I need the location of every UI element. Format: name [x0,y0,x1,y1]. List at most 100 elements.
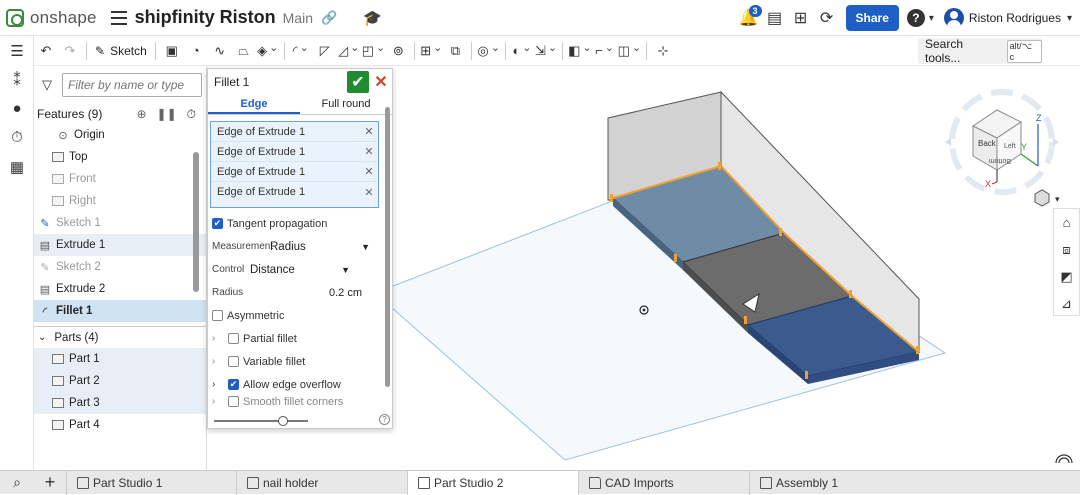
allow-edge-overflow-row[interactable]: › ✔ Allow edge overflow [208,373,392,396]
variables-icon[interactable]: ⁑ [0,65,34,94]
asymmetric-row[interactable]: Asymmetric [208,304,392,327]
hole-icon[interactable]: ⊚ [387,38,409,64]
filter-input[interactable] [62,73,202,97]
pattern-icon[interactable]: ⊞ [420,38,442,64]
shell-icon[interactable]: ◰ [362,38,386,64]
chevron-right-icon[interactable]: › [212,356,224,367]
filter-icon[interactable]: ▽ [42,77,52,93]
tree-item-front[interactable]: Front [34,168,206,190]
part-item[interactable]: Part 1 [34,348,206,370]
document-title[interactable]: shipfinity Riston [135,7,276,28]
history-icon[interactable]: ⏱ [0,123,34,152]
cancel-close-icon[interactable]: ✕ [373,71,389,93]
user-name[interactable]: Riston Rodrigues [969,11,1061,25]
boolean-icon[interactable]: ◎ [477,38,500,64]
tree-item-extrude-2[interactable]: ▤ Extrude 2 [34,278,206,300]
document-list-icon[interactable]: ▤ [762,5,788,31]
tree-item-right[interactable]: Right [34,190,206,212]
asymmetric-checkbox[interactable] [212,310,223,321]
feature-list-icon[interactable]: ☰ [0,36,34,65]
sheet-metal-icon[interactable]: ⌐ [594,38,616,64]
partial-fillet-row[interactable]: › Partial fillet [208,327,392,350]
edge-selection-item[interactable]: Edge of Extrude 1 ✕ [211,162,378,182]
tab-nail-holder[interactable]: nail holder [236,470,407,495]
add-tab-button[interactable]: + [34,471,66,495]
onshape-logo[interactable]: onshape [6,8,97,28]
plane-icon[interactable]: ◧ [568,38,592,64]
avatar[interactable] [943,8,964,28]
tab-cad-imports[interactable]: CAD Imports [578,470,749,495]
remove-edge-icon[interactable]: ✕ [360,125,378,138]
tree-item-origin[interactable]: ⊙ Origin [34,124,206,146]
dialog-help-icon[interactable]: ? [379,414,390,425]
versions-icon[interactable]: ⟳ [814,5,840,31]
remove-edge-icon[interactable]: ✕ [360,145,378,158]
tree-item-top[interactable]: Top [34,146,206,168]
dialog-opacity-slider[interactable] [214,415,314,427]
tangent-propagation-row[interactable]: ✔ Tangent propagation [208,212,392,235]
view-cube-rotate-left-icon[interactable] [945,138,951,146]
sweep-icon[interactable]: ∿ [209,38,231,64]
tree-item-sketch-1[interactable]: ✎ Sketch 1 [34,212,206,234]
smooth-fillet-corners-row[interactable]: › Smooth fillet corners [208,396,392,408]
loft-icon[interactable]: ⏢ [233,38,255,64]
add-folder-icon[interactable]: ⊕ [136,107,146,121]
sketch-button[interactable]: ✎ Sketch [91,44,151,58]
search-tools-button[interactable]: Search tools... alt/⌥ c [918,37,1042,65]
edge-selection-item[interactable]: Edge of Extrude 1 ✕ [211,142,378,162]
tangent-propagation-checkbox[interactable]: ✔ [212,218,223,229]
draft-icon[interactable]: ◿ [338,38,360,64]
surface-icon[interactable]: ◫ [618,38,642,64]
radius-input[interactable]: 0.2 cm [270,287,392,299]
chevron-right-icon[interactable]: › [212,333,224,344]
transform-icon[interactable]: ⇲ [535,38,557,64]
section-view-icon[interactable]: ⧈ [1054,236,1079,263]
fillet-icon[interactable]: ◜ [290,38,312,64]
tab-edge[interactable]: Edge [208,95,300,114]
smooth-fillet-corners-checkbox[interactable] [228,396,239,407]
rollback-icon[interactable]: ❚❚ [157,107,177,121]
tab-full-round[interactable]: Full round [300,95,392,114]
user-menu-caret-icon[interactable]: ▾ [1067,13,1072,24]
measurement-select[interactable]: Radius ▼ [270,241,370,253]
branch-name[interactable]: Main [283,10,313,26]
part-item[interactable]: Part 3 [34,392,206,414]
app-store-icon[interactable]: ⊞ [788,5,814,31]
slider-knob[interactable] [278,416,288,426]
notifications-icon[interactable]: 🔔 3 [736,5,762,31]
tab-part-studio-2[interactable]: Part Studio 2 [407,470,578,495]
remove-edge-icon[interactable]: ✕ [360,186,378,199]
variable-fillet-checkbox[interactable] [228,356,239,367]
named-views-icon[interactable]: ⌂ [1054,209,1079,236]
help-icon[interactable]: ? [906,9,925,27]
tree-item-extrude-1[interactable]: ▤ Extrude 1 [34,234,206,256]
chevron-right-icon[interactable]: › [212,379,224,390]
tree-item-sketch-2[interactable]: ✎ Sketch 2 [34,256,206,278]
help-caret-icon[interactable]: ▾ [929,13,934,24]
dialog-scrollbar[interactable] [385,97,390,407]
part-item[interactable]: Part 2 [34,370,206,392]
add-custom-feature-icon[interactable]: ⊹ [652,38,674,64]
revolve-icon[interactable]: ◔ [185,38,207,64]
render-mode-icon[interactable]: ◩ [1054,263,1079,290]
tree-item-fillet-1[interactable]: ◜ Fillet 1 [34,300,206,322]
radius-row[interactable]: Radius 0.2 cm [208,281,392,304]
zoom-to-fit-icon[interactable] [1055,454,1073,464]
edge-selection-item[interactable]: Edge of Extrude 1 ✕ [211,182,378,202]
undo-icon[interactable]: ↶ [35,38,57,64]
allow-edge-overflow-checkbox[interactable]: ✔ [228,379,239,390]
edge-selection-item[interactable]: Edge of Extrude 1 ✕ [211,122,378,142]
view-cube-rotate-right-icon[interactable] [1053,138,1059,146]
share-button[interactable]: Share [845,5,899,31]
menu-icon[interactable] [110,10,127,25]
accept-check-icon[interactable]: ✔ [347,71,369,93]
edge-selection-list[interactable]: Edge of Extrude 1 ✕ Edge of Extrude 1 ✕ … [210,121,379,208]
partial-fillet-checkbox[interactable] [228,333,239,344]
part-item[interactable]: Part 4 [34,414,206,436]
redo-icon[interactable]: ↷ [59,38,81,64]
tab-part-studio-1[interactable]: Part Studio 1 [66,470,236,495]
tab-assembly-1[interactable]: Assembly 1 [749,470,911,495]
control-select[interactable]: Distance ▼ [250,264,350,276]
link-icon[interactable]: 🔗 [321,10,337,26]
measure-tool-icon[interactable]: ⊿ [1054,290,1079,317]
